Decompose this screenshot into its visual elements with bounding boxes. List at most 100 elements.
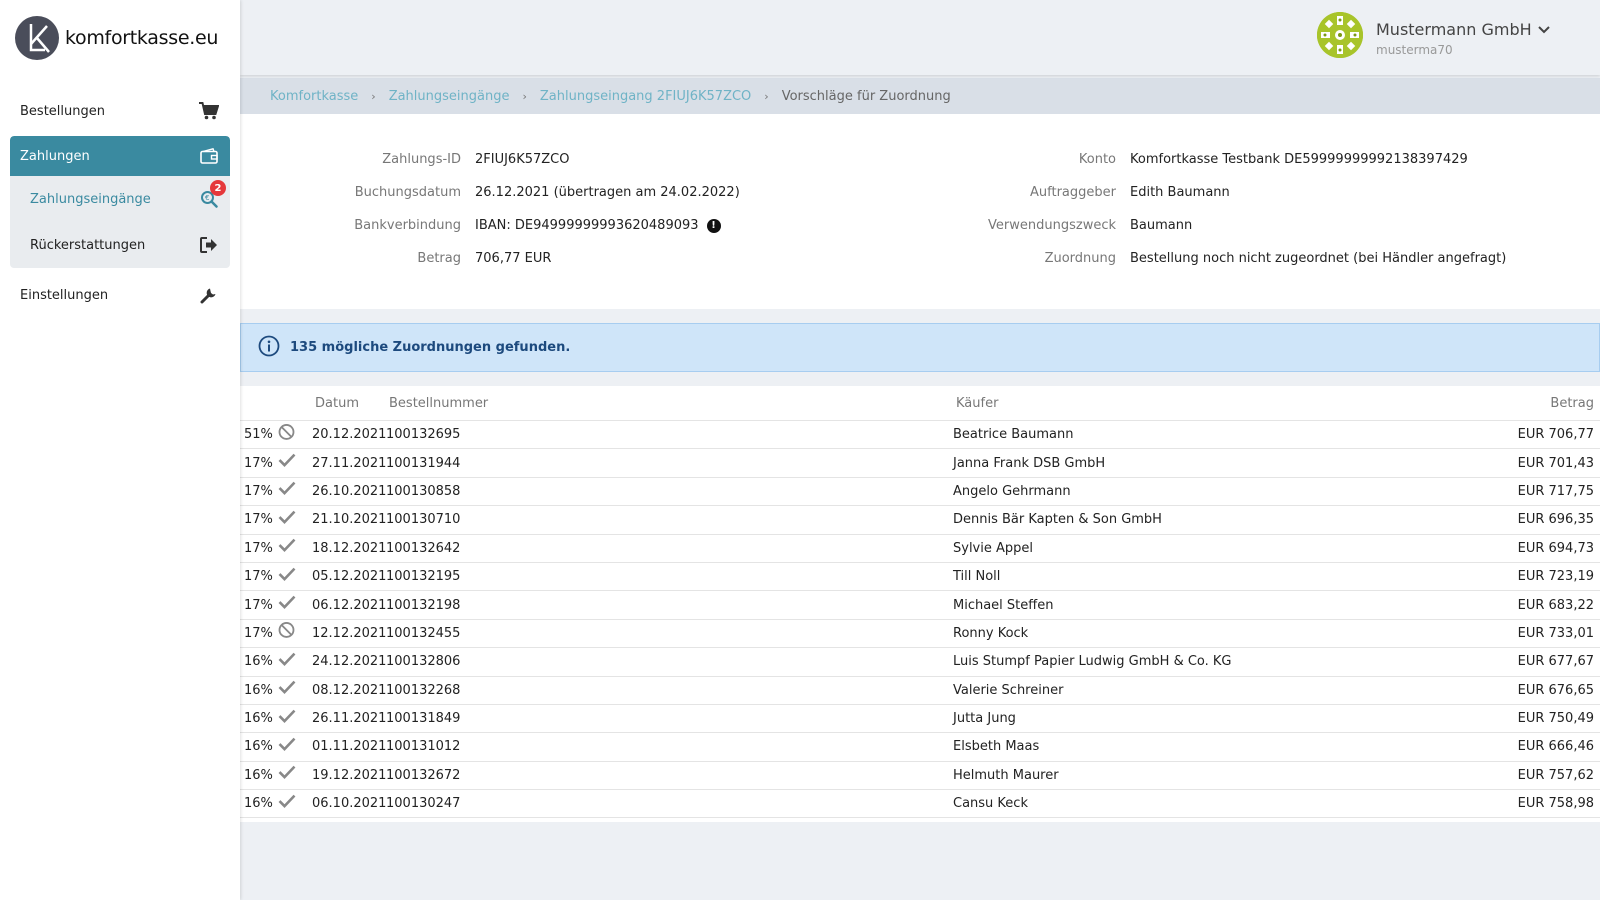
check-icon[interactable]: [278, 453, 296, 471]
order-number[interactable]: 100132642: [386, 541, 460, 556]
buyer-name: Michael Steffen: [953, 597, 1054, 613]
table-row[interactable]: 17% 06.12.2021 100132198 Michael Steffen EUR…: [240, 591, 1600, 620]
order-amount: EUR 706,77: [1517, 427, 1594, 443]
table-row[interactable]: 17% 26.10.2021 100130858 Angelo Gehrmann EUR…: [240, 478, 1600, 507]
table-row[interactable]: 16% 26.11.2021 100131849 Jutta Jung EUR 750,…: [240, 705, 1600, 734]
sidebar-item-rueckerstattungen[interactable]: Rückerstattungen: [10, 222, 230, 268]
wallet-icon: [198, 145, 220, 167]
detail-value-zuordnung: Bestellung noch nicht zugeordnet (bei Hä…: [1130, 251, 1507, 266]
breadcrumb-link-komfortkasse[interactable]: Komfortkasse: [270, 89, 358, 104]
order-number[interactable]: 100132695: [386, 427, 460, 442]
sidebar-item-label: Rückerstattungen: [30, 237, 146, 253]
table-row[interactable]: 17% 27.11.2021 100131944 Janna Frank DSB Gm…: [240, 449, 1600, 478]
suggestions-table: Datum Bestellnummer Käufer Betrag 51% 20.…: [240, 386, 1600, 822]
table-row[interactable]: 17% 05.12.2021 100132195 Till Noll EUR 723,1…: [240, 563, 1600, 592]
check-icon[interactable]: [278, 567, 296, 585]
table-body: 51% 20.12.2021 100132695 Beatrice Baumann EU…: [240, 421, 1600, 819]
sidebar-item-zahlungseingaenge[interactable]: Zahlungseingänge € 2: [10, 176, 230, 222]
match-percentage: 16%: [244, 796, 273, 812]
table-row[interactable]: 51% 20.12.2021 100132695 Beatrice Baumann EU…: [240, 421, 1600, 450]
table-row[interactable]: 17% 12.12.2021 100132455 Ronny Kock EUR 733,…: [240, 620, 1600, 649]
table-row[interactable]: 17% 18.12.2021 100132642 Sylvie Appel EUR 69…: [240, 535, 1600, 563]
order-number[interactable]: 100131849: [386, 711, 460, 726]
order-number[interactable]: 100132268: [386, 683, 460, 698]
check-icon[interactable]: [278, 794, 296, 812]
ban-icon[interactable]: [278, 622, 295, 643]
column-header-kaeufer[interactable]: Käufer: [956, 396, 998, 411]
buyer-name: Angelo Gehrmann: [953, 483, 1071, 499]
order-number[interactable]: 100132455: [386, 626, 460, 641]
order-date: 21.10.2021: [312, 512, 387, 528]
order-number[interactable]: 100131012: [386, 739, 460, 754]
sidebar-item-label: Bestellungen: [20, 103, 105, 119]
column-header-datum[interactable]: Datum: [315, 396, 359, 411]
check-icon[interactable]: [278, 709, 296, 727]
logo[interactable]: komfortkasse.eu: [15, 16, 218, 60]
table-row[interactable]: 16% 24.12.2021 100132806 Luis Stumpf Papier…: [240, 648, 1600, 677]
check-icon[interactable]: [278, 510, 296, 528]
order-number[interactable]: 100132195: [386, 569, 460, 584]
order-date: 27.11.2021: [312, 455, 387, 471]
check-icon[interactable]: [278, 652, 296, 670]
column-header-bestellnummer[interactable]: Bestellnummer: [389, 396, 488, 411]
sidebar-item-einstellungen[interactable]: Einstellungen: [10, 276, 230, 314]
order-date: 19.12.2021: [312, 767, 387, 783]
match-percentage: 16%: [244, 739, 273, 755]
sidebar-item-zahlungen[interactable]: Zahlungen: [10, 136, 230, 176]
match-percentage: 17%: [244, 597, 273, 613]
order-amount: EUR 750,49: [1517, 711, 1594, 727]
order-date: 06.12.2021: [312, 597, 387, 613]
order-number[interactable]: 100132806: [386, 654, 460, 669]
info-alert: 135 mögliche Zuordnungen gefunden.: [240, 323, 1600, 372]
order-date: 26.11.2021: [312, 711, 387, 727]
order-amount: EUR 723,19: [1517, 569, 1594, 585]
sidebar-item-bestellungen[interactable]: Bestellungen: [10, 92, 230, 130]
breadcrumb-link-zahlungseingaenge[interactable]: Zahlungseingänge: [389, 89, 510, 104]
check-icon[interactable]: [278, 680, 296, 698]
search-euro-icon: € 2: [198, 180, 226, 210]
sidebar: komfortkasse.eu Bestellungen Zahlungen Z…: [0, 0, 240, 900]
order-number[interactable]: 100132198: [386, 598, 460, 613]
order-number[interactable]: 100130710: [386, 512, 460, 527]
brand-name: komfortkasse.eu: [65, 27, 219, 49]
chevron-right-icon: ›: [764, 89, 769, 103]
buyer-name: Till Noll: [953, 569, 1001, 585]
order-amount: EUR 677,67: [1517, 654, 1594, 670]
detail-label: Zuordnung: [1044, 251, 1116, 266]
match-percentage: 17%: [244, 540, 273, 556]
detail-value-auftraggeber: Edith Baumann: [1130, 185, 1230, 200]
table-row[interactable]: 17% 21.10.2021 100130710 Dennis Bär Kapten …: [240, 506, 1600, 535]
buyer-name: Janna Frank DSB GmbH: [953, 455, 1106, 471]
check-icon[interactable]: [278, 737, 296, 755]
ban-icon[interactable]: [278, 423, 295, 444]
check-icon[interactable]: [278, 765, 296, 783]
match-percentage: 51%: [244, 427, 273, 443]
match-percentage: 16%: [244, 767, 273, 783]
breadcrumb-link-zahlungseingang[interactable]: Zahlungseingang 2FIUJ6K57ZCO: [540, 89, 751, 104]
order-amount: EUR 758,98: [1517, 796, 1594, 812]
order-number[interactable]: 100131944: [386, 456, 460, 471]
order-number[interactable]: 100132672: [386, 768, 460, 783]
account-name: Mustermann GmbH: [1376, 20, 1550, 39]
sidebar-item-label: Einstellungen: [20, 287, 109, 303]
account-menu[interactable]: Mustermann GmbH musterma70: [1317, 12, 1550, 58]
check-icon[interactable]: [278, 482, 296, 500]
order-number[interactable]: 100130247: [386, 796, 460, 811]
column-header-betrag[interactable]: Betrag: [1550, 396, 1594, 411]
check-icon[interactable]: [278, 538, 296, 556]
table-row[interactable]: 16% 08.12.2021 100132268 Valerie Schreiner E…: [240, 677, 1600, 705]
order-amount: EUR 717,75: [1517, 483, 1594, 499]
order-number[interactable]: 100130858: [386, 484, 460, 499]
buyer-name: Jutta Jung: [953, 711, 1016, 727]
table-row[interactable]: 16% 06.10.2021 100130247 Cansu Keck EUR 758,…: [240, 790, 1600, 819]
check-icon[interactable]: [278, 595, 296, 613]
sidebar-item-label: Zahlungseingänge: [30, 191, 151, 207]
top-header: Mustermann GmbH musterma70: [240, 0, 1600, 75]
payment-details: Zahlungs-ID 2FIUJ6K57ZCO Buchungsdatum 26.…: [240, 114, 1600, 309]
wrench-icon: [198, 284, 220, 306]
buyer-name: Elsbeth Maas: [953, 739, 1040, 755]
buyer-name: Ronny Kock: [953, 625, 1029, 641]
table-row[interactable]: 16% 01.11.2021 100131012 Elsbeth Maas EUR 66…: [240, 733, 1600, 762]
order-amount: EUR 757,62: [1517, 767, 1594, 783]
table-row[interactable]: 16% 19.12.2021 100132672 Helmuth Maurer EUR …: [240, 762, 1600, 791]
